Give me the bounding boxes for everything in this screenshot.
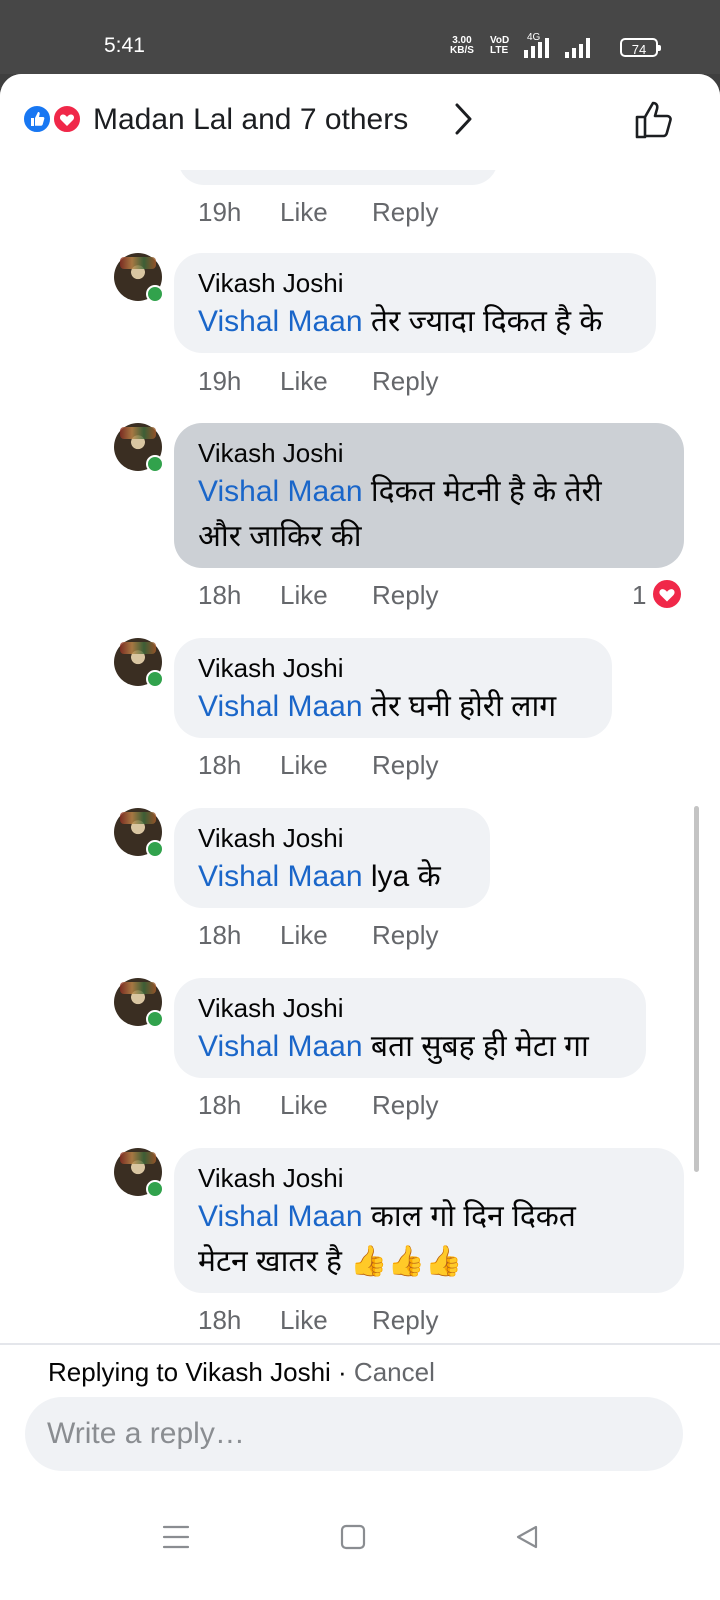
signal-icon [565, 38, 590, 58]
previous-comment-bubble [178, 170, 498, 185]
comment-author[interactable]: Vikash Joshi [198, 1162, 660, 1194]
avatar[interactable] [114, 808, 164, 858]
avatar[interactable] [114, 423, 164, 473]
comment-author[interactable]: Vikash Joshi [198, 822, 466, 854]
online-indicator [146, 1010, 164, 1028]
comment-time: 19h [198, 366, 242, 396]
avatar[interactable] [114, 638, 164, 688]
online-indicator [146, 1180, 164, 1198]
reply-input[interactable] [25, 1397, 683, 1471]
reaction-count[interactable]: 1 [632, 580, 646, 611]
replying-to-bar: Replying to Vikash Joshi · Cancel [48, 1357, 435, 1388]
comment-time: 18h [198, 920, 242, 950]
comment-author[interactable]: Vikash Joshi [198, 267, 632, 299]
online-indicator [146, 455, 164, 473]
comment-bubble[interactable]: Vikash Joshi Vishal Maan lya के [174, 808, 490, 908]
status-time: 5:41 [104, 34, 145, 57]
avatar[interactable] [114, 1148, 164, 1198]
comment-text-body: बता सुबह ही मेटा गा [362, 1030, 589, 1063]
comment-time: 18h [198, 1090, 242, 1120]
reply-link[interactable]: Reply [372, 197, 438, 228]
comment-text-body: दिकत मेटनी है के तेरी [362, 475, 602, 508]
like-link[interactable]: Like [280, 1090, 328, 1121]
comment-author[interactable]: Vikash Joshi [198, 652, 588, 684]
like-link[interactable]: Like [280, 197, 328, 228]
volte-indicator: VoD LTE [490, 36, 509, 56]
mention-link[interactable]: Vishal Maan [198, 1200, 363, 1233]
reply-link[interactable]: Reply [372, 920, 438, 951]
comment-text: Vishal Maan lya के [198, 854, 466, 899]
like-link[interactable]: Like [280, 580, 328, 611]
network-speed-unit: KB/S [450, 45, 474, 56]
like-link[interactable]: Like [280, 1305, 328, 1336]
comment-text: Vishal Maan तेर घनी होरी लाग [198, 684, 588, 729]
love-reaction-icon[interactable] [651, 578, 683, 610]
comment-text-body: lya के [362, 860, 441, 893]
status-bar: 5:41 3.00 KB/S VoD LTE 4G 74 [0, 0, 720, 74]
reply-link[interactable]: Reply [372, 1090, 438, 1121]
comment-text: Vishal Maan तेर ज्यादा दिकत है के [198, 299, 632, 344]
avatar[interactable] [114, 978, 164, 1028]
comment-list: 19h Like Reply Vikash Joshi Vishal Maan … [0, 170, 720, 1420]
love-reaction-icon [52, 104, 82, 134]
mention-link[interactable]: Vishal Maan [198, 305, 363, 338]
home-icon[interactable] [340, 1524, 366, 1555]
comment-bubble[interactable]: Vikash Joshi Vishal Maan दिकत मेटनी है क… [174, 423, 684, 568]
scrollbar[interactable] [694, 806, 699, 1172]
reactions-header[interactable]: Madan Lal and 7 others [0, 74, 720, 170]
battery-icon: 74 [620, 38, 661, 57]
signal-icon [524, 38, 549, 58]
comment-time: 19h [198, 197, 242, 227]
system-nav-bar [0, 1494, 720, 1600]
replying-name[interactable]: Vikash Joshi [185, 1357, 331, 1387]
reply-link[interactable]: Reply [372, 366, 438, 397]
online-indicator [146, 670, 164, 688]
thumbs-up-icon[interactable] [633, 98, 677, 147]
mention-link[interactable]: Vishal Maan [198, 690, 363, 723]
separator: · [330, 1357, 354, 1387]
comment-text-line2: और जाकिर की [198, 520, 362, 553]
mention-link[interactable]: Vishal Maan [198, 1030, 363, 1063]
comment-time: 18h [198, 580, 242, 610]
network-speed: 3.00 KB/S [450, 36, 474, 56]
menu-icon[interactable] [162, 1524, 190, 1555]
volte-bottom: LTE [490, 45, 509, 56]
comment-bubble[interactable]: Vikash Joshi Vishal Maan काल गो दिन दिकत… [174, 1148, 684, 1293]
mention-link[interactable]: Vishal Maan [198, 475, 363, 508]
like-reaction-icon [22, 104, 52, 134]
comments-sheet: Madan Lal and 7 others 19h Like Reply Vi… [0, 74, 720, 1600]
reactions-summary[interactable]: Madan Lal and 7 others [93, 103, 408, 137]
cancel-reply-link[interactable]: Cancel [354, 1357, 435, 1387]
comment-text-body: काल गो दिन दिकत [362, 1200, 576, 1233]
replying-prefix: Replying to [48, 1357, 186, 1387]
mention-link[interactable]: Vishal Maan [198, 860, 363, 893]
reply-link[interactable]: Reply [372, 580, 438, 611]
comment-bubble[interactable]: Vikash Joshi Vishal Maan तेर ज्यादा दिकत… [174, 253, 656, 353]
reply-link[interactable]: Reply [372, 1305, 438, 1336]
comment-text: Vishal Maan काल गो दिन दिकत [198, 1194, 660, 1239]
chevron-right-icon[interactable] [454, 102, 474, 141]
avatar[interactable] [114, 253, 164, 303]
comment-time: 18h [198, 1305, 242, 1335]
online-indicator [146, 285, 164, 303]
back-icon[interactable] [514, 1524, 540, 1555]
divider [0, 1343, 720, 1345]
like-link[interactable]: Like [280, 366, 328, 397]
comment-text-line2: मेटन खातर है 👍👍👍 [198, 1245, 463, 1278]
comment-author[interactable]: Vikash Joshi [198, 437, 660, 469]
comment-bubble[interactable]: Vikash Joshi Vishal Maan बता सुबह ही मेट… [174, 978, 646, 1078]
like-link[interactable]: Like [280, 750, 328, 781]
comment-text: Vishal Maan बता सुबह ही मेटा गा [198, 1024, 622, 1069]
comment-text-body: तेर ज्यादा दिकत है के [362, 305, 603, 338]
comment-time: 18h [198, 750, 242, 780]
comment-text-body: तेर घनी होरी लाग [362, 690, 557, 723]
comment-author[interactable]: Vikash Joshi [198, 992, 622, 1024]
reply-link[interactable]: Reply [372, 750, 438, 781]
like-link[interactable]: Like [280, 920, 328, 951]
comment-bubble[interactable]: Vikash Joshi Vishal Maan तेर घनी होरी ला… [174, 638, 612, 738]
comment-text: Vishal Maan दिकत मेटनी है के तेरी [198, 469, 660, 514]
online-indicator [146, 840, 164, 858]
